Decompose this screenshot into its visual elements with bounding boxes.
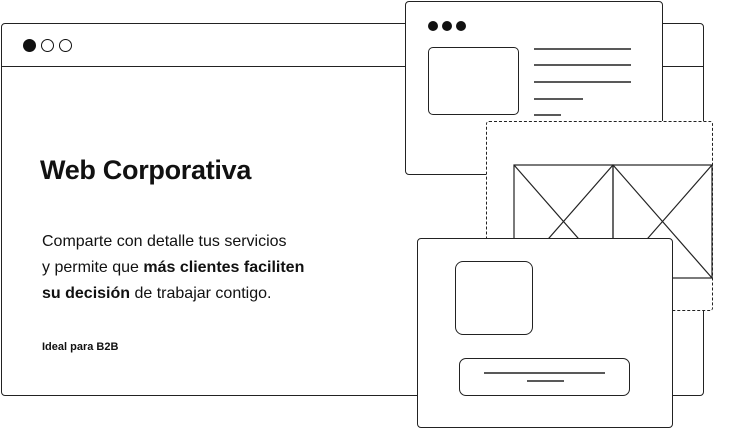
audience-tag: Ideal para B2B bbox=[42, 341, 119, 353]
description-line-2-plain: y permite que bbox=[42, 259, 144, 276]
window-control-filled-dot-icon bbox=[23, 39, 36, 52]
button-lines-icon bbox=[484, 372, 605, 382]
hero-description: Comparte con detalle tus servicios y per… bbox=[42, 229, 372, 307]
description-line-2-bold: más clientes faciliten bbox=[143, 259, 305, 276]
illustration-card-window bbox=[417, 238, 673, 428]
card-button-placeholder bbox=[459, 358, 630, 396]
window-control-outline-dot-icon bbox=[59, 39, 72, 52]
card-image-placeholder bbox=[455, 261, 533, 335]
window-control-outline-dot-icon bbox=[41, 39, 54, 52]
page-title: Web Corporativa bbox=[40, 155, 252, 185]
description-line-3-bold: su decisión bbox=[42, 285, 131, 302]
description-line-1: Comparte con detalle tus servicios bbox=[42, 233, 287, 250]
description-line-3-plain: de trabajar contigo. bbox=[130, 285, 272, 302]
